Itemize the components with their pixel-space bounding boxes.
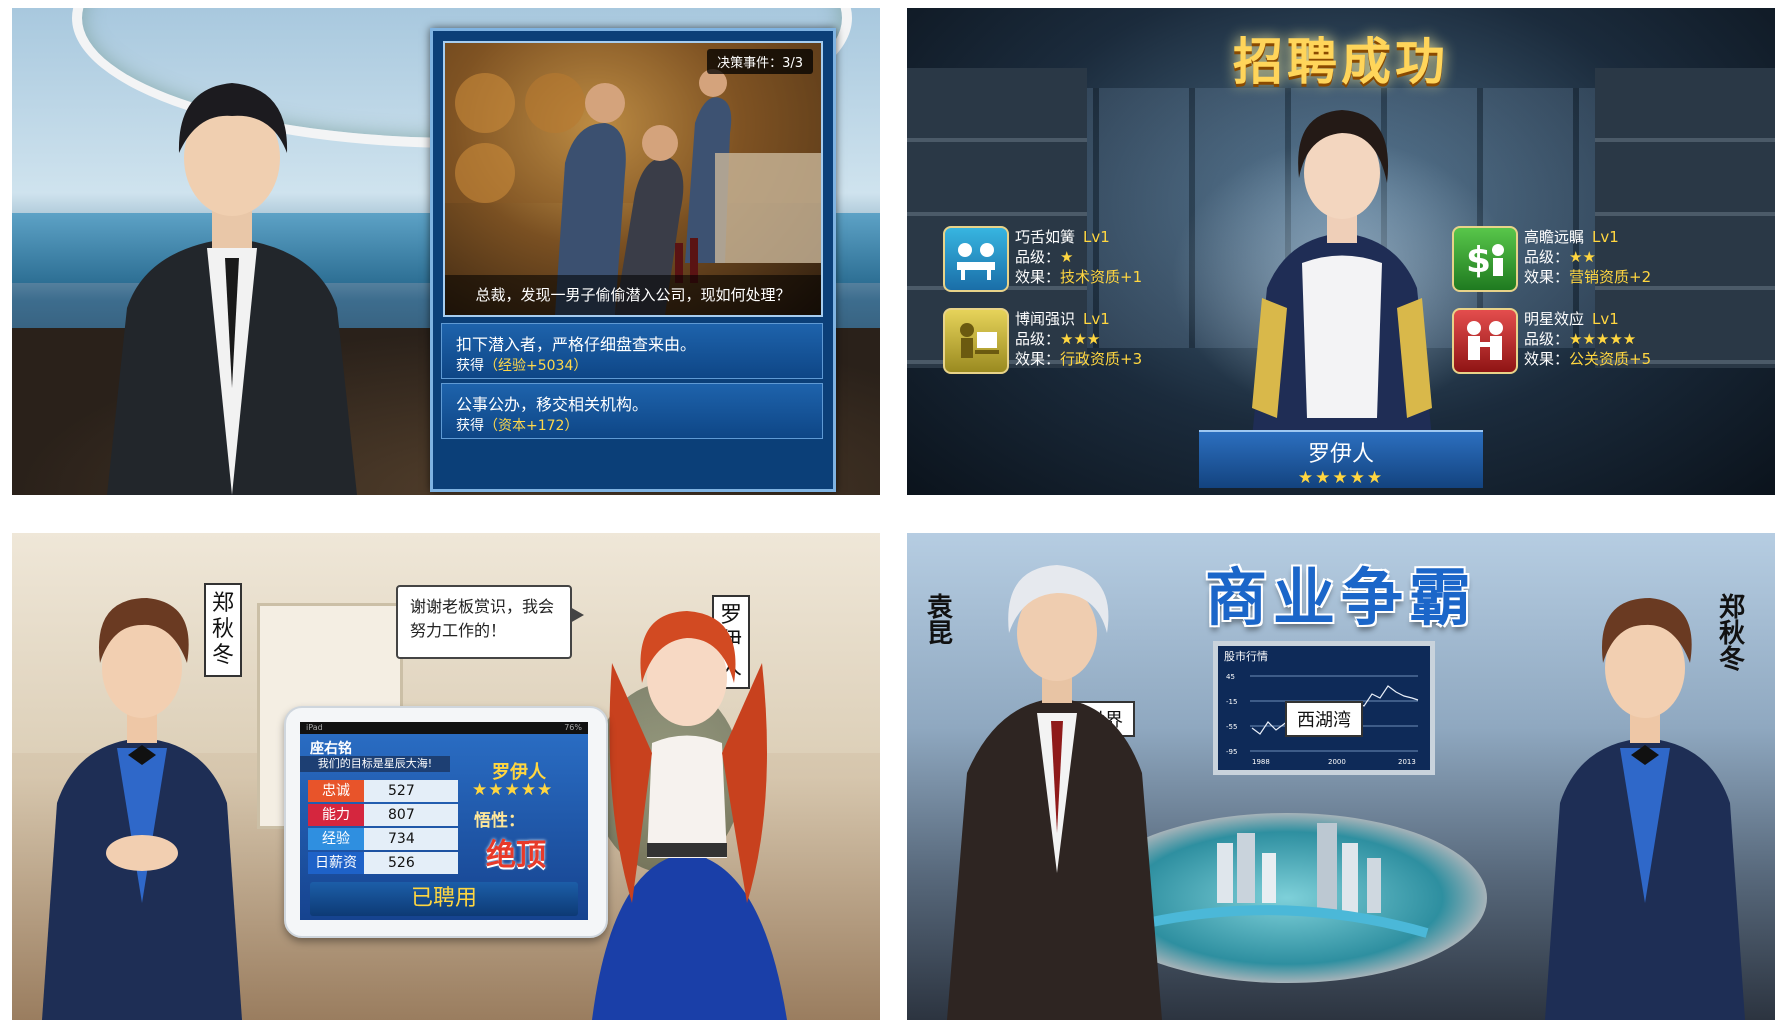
option-text: 公事公办，移交相关机构。 bbox=[456, 395, 649, 414]
grade-stars: ★★★ bbox=[1060, 330, 1101, 348]
option-reward: 获得（资本+172） bbox=[456, 415, 578, 435]
stat-label: 忠诚 bbox=[308, 780, 364, 802]
stat-label: 经验 bbox=[308, 828, 364, 850]
skill-card-2: 博闻强识 Lv1 品级：★★★ 效果：行政资质+3 bbox=[943, 308, 1193, 374]
svg-text:$: $ bbox=[1466, 240, 1491, 281]
speech-bubble: 谢谢老板赏识，我会努力工作的！ bbox=[396, 585, 584, 659]
hired-button[interactable]: 已聘用 bbox=[310, 882, 578, 916]
stat-value: 527 bbox=[388, 783, 415, 799]
effect-label: 效果： bbox=[1524, 268, 1570, 286]
talent-value: 绝顶 bbox=[486, 838, 546, 873]
reading-icon bbox=[943, 308, 1009, 374]
grade-stars: ★★ bbox=[1569, 248, 1596, 266]
decision-option-2[interactable]: 公事公办，移交相关机构。 获得（资本+172） bbox=[441, 383, 823, 439]
grade-stars: ★ bbox=[1060, 248, 1074, 266]
option-reward: 获得（经验+5034） bbox=[456, 355, 587, 375]
employee-stars: ★★★★★ bbox=[472, 780, 554, 800]
event-counter: 决策事件：3/3 bbox=[707, 49, 813, 74]
skill-name: 巧舌如簧 bbox=[1015, 228, 1076, 246]
stat-value: 807 bbox=[388, 807, 415, 823]
talent-label: 悟性： bbox=[474, 811, 525, 831]
skill-card-1: 巧舌如簧 Lv1 品级：★ 效果：技术资质+1 bbox=[943, 226, 1193, 292]
device-label: iPad bbox=[306, 723, 323, 732]
motto-heading: 座右铭 bbox=[310, 741, 352, 757]
grade-label: 品级： bbox=[1015, 248, 1061, 266]
stat-row-salary: 日薪资 526 bbox=[308, 852, 458, 874]
chart-xtick: 2000 bbox=[1328, 758, 1346, 766]
skill-name: 博闻强识 bbox=[1015, 310, 1076, 328]
grade-label: 品级： bbox=[1524, 248, 1570, 266]
effect-value: 营销资质+2 bbox=[1569, 268, 1652, 286]
chart-xtick: 1988 bbox=[1252, 758, 1270, 766]
effect-label: 效果： bbox=[1524, 350, 1570, 368]
stat-value: 526 bbox=[388, 855, 415, 871]
effect-value: 行政资质+3 bbox=[1060, 350, 1143, 368]
recruit-name: 罗伊人 bbox=[1307, 442, 1374, 467]
handshake-icon bbox=[1452, 308, 1518, 374]
grade-label: 品级： bbox=[1524, 330, 1570, 348]
reward-value: （经验+5034） bbox=[484, 358, 588, 374]
recruit-success-panel: 招聘成功 巧舌如簧 Lv1 品级：★ 效果：技术资质+1 博闻强识 Lv1 品级：★… bbox=[907, 8, 1775, 495]
chart-ytick: 45 bbox=[1226, 673, 1235, 681]
recruit-rating: ★★★★★ bbox=[1297, 468, 1385, 488]
skill-card-3: $ 高瞻远瞩 Lv1 品级：★★ 效果：营销资质+2 bbox=[1452, 226, 1702, 292]
chart-ytick: -15 bbox=[1226, 698, 1237, 706]
stat-label: 能力 bbox=[308, 804, 364, 826]
effect-label: 效果： bbox=[1015, 350, 1061, 368]
chart-xtick: 2013 bbox=[1398, 758, 1416, 766]
stat-row-ability: 能力 807 bbox=[308, 804, 458, 826]
boss-name-2: 郑秋冬 bbox=[1718, 593, 1745, 675]
recruit-character bbox=[1247, 110, 1437, 488]
employee-profile-screen: iPad 76% 座右铭 我们的目标是星辰大海! 忠诚 527 能力 807 经验 73… bbox=[300, 722, 588, 920]
reward-prefix: 获得 bbox=[456, 358, 484, 374]
decision-event-panel: 决策事件：3/3 总裁，发现一男子偷偷潜入公司，现如何处理？ 扣下潜入者，严格仔… bbox=[12, 8, 880, 495]
ceo-character bbox=[107, 83, 357, 495]
event-scene: 决策事件：3/3 总裁，发现一男子偷偷潜入公司，现如何处理？ bbox=[443, 41, 823, 317]
money-icon: $ bbox=[1452, 226, 1518, 292]
grade-label: 品级： bbox=[1015, 330, 1061, 348]
status-bar: iPad 76% bbox=[300, 722, 588, 734]
chart-ytick: -95 bbox=[1226, 748, 1237, 756]
employee-hired-panel: 郑秋冬 罗伊人 谢谢老板赏识，我会努力工作的！ iPad76% 座右铭 我们的目… bbox=[12, 533, 880, 1020]
effect-value: 公关资质+5 bbox=[1569, 350, 1652, 368]
effect-value: 技术资质+1 bbox=[1060, 268, 1143, 286]
recruit-title: 招聘成功 bbox=[1233, 33, 1449, 91]
skill-level: Lv1 bbox=[1592, 310, 1619, 328]
event-question: 总裁，发现一男子偷偷潜入公司，现如何处理？ bbox=[445, 275, 821, 315]
business-war-panel: 商业争霸 股市行情 45 -15 -55 -95 1988 2000 2013 bbox=[907, 533, 1775, 1020]
district-label-right: 西湖湾 bbox=[1285, 701, 1363, 737]
skill-card-4: 明星效应 Lv1 品级：★★★★★ 效果：公关资质+5 bbox=[1452, 308, 1702, 374]
ipad-device: iPad 76% 座右铭 我们的目标是星辰大海! 忠诚 527 能力 807 经验 73… bbox=[284, 706, 608, 938]
stat-row-experience: 经验 734 bbox=[308, 828, 458, 850]
stat-value: 734 bbox=[388, 831, 415, 847]
option-text: 扣下潜入者，严格仔细盘查来由。 bbox=[456, 335, 697, 354]
recruit-namebar: 罗伊人 ★★★★★ bbox=[1199, 430, 1483, 488]
skill-name: 明星效应 bbox=[1524, 310, 1585, 328]
decision-option-1[interactable]: 扣下潜入者，严格仔细盘查来由。 获得（经验+5034） bbox=[441, 323, 823, 379]
reward-value: （资本+172） bbox=[484, 418, 579, 434]
grade-stars: ★★★★★ bbox=[1569, 330, 1637, 348]
skill-name: 高瞻远瞩 bbox=[1524, 228, 1585, 246]
skill-level: Lv1 bbox=[1083, 310, 1110, 328]
meeting-icon bbox=[943, 226, 1009, 292]
rival-name: 袁昆 bbox=[926, 593, 953, 649]
effect-label: 效果： bbox=[1015, 268, 1061, 286]
battery-level: 76% bbox=[564, 723, 582, 732]
motto-text: 我们的目标是星辰大海! bbox=[300, 756, 450, 772]
boss-name-tag: 郑秋冬 bbox=[204, 583, 242, 677]
stat-row-loyalty: 忠诚 527 bbox=[308, 780, 458, 802]
stat-label: 日薪资 bbox=[308, 852, 364, 874]
rival-character bbox=[947, 565, 1162, 1020]
decision-card: 决策事件：3/3 总裁，发现一男子偷偷潜入公司，现如何处理？ 扣下潜入者，严格仔… bbox=[430, 28, 836, 492]
skill-level: Lv1 bbox=[1592, 228, 1619, 246]
skill-level: Lv1 bbox=[1083, 228, 1110, 246]
reward-prefix: 获得 bbox=[456, 418, 484, 434]
chart-ytick: -55 bbox=[1226, 723, 1237, 731]
